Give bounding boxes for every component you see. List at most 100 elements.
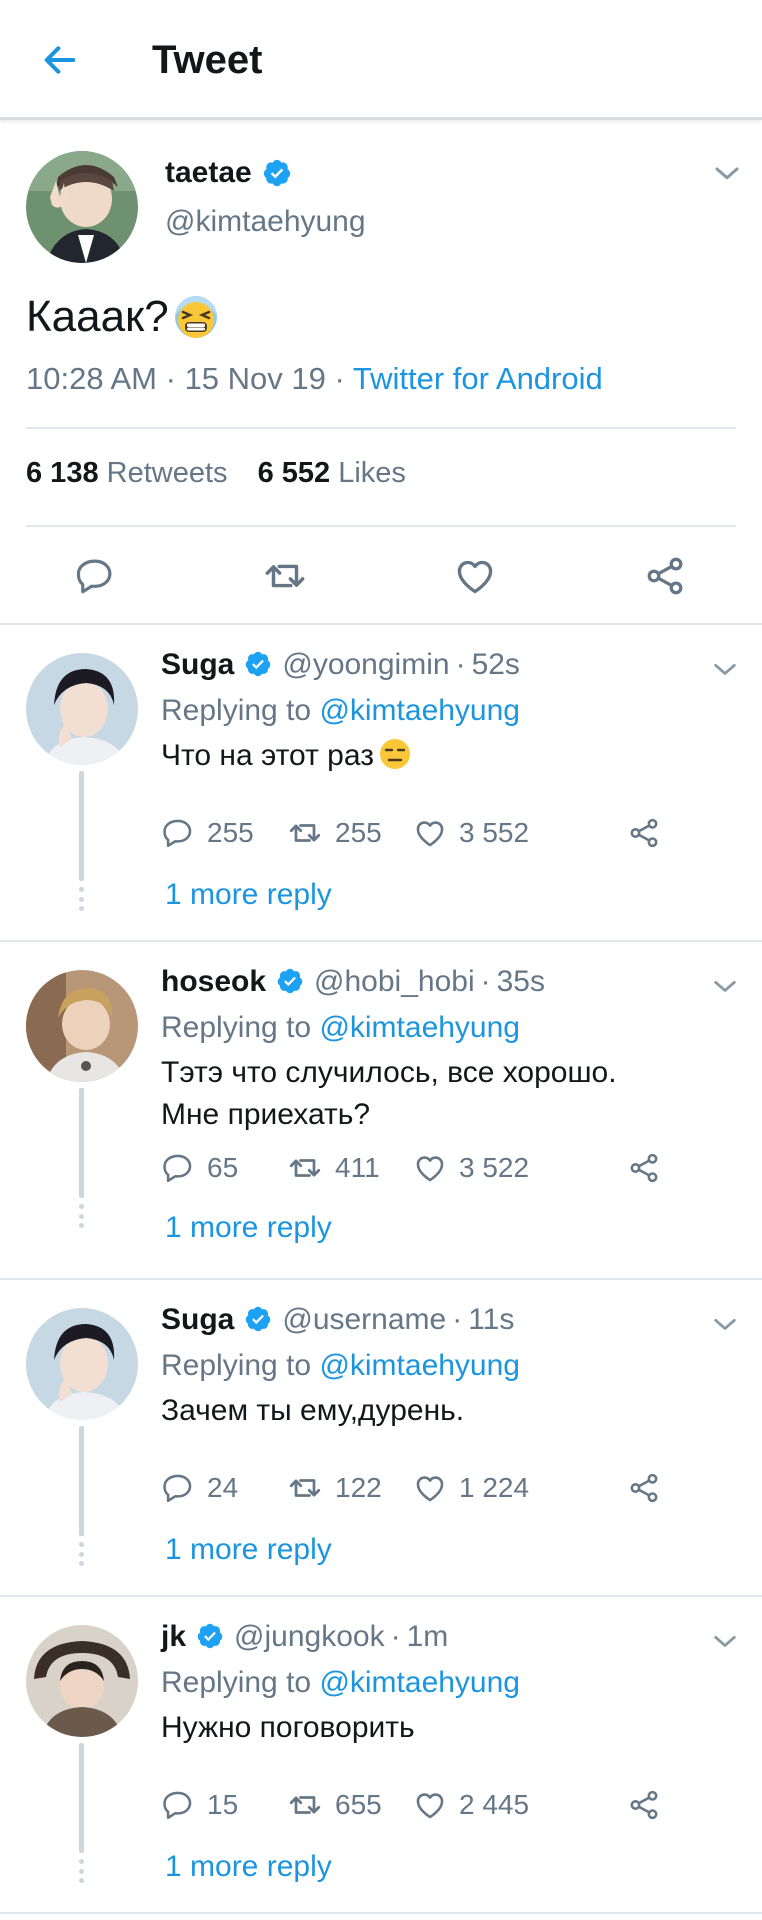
separator: · — [452, 1303, 463, 1336]
retweet-button[interactable]: 255 — [287, 813, 382, 853]
share-button[interactable] — [627, 813, 673, 853]
reply-actions: 15 655 2 445 — [161, 1785, 681, 1825]
share-button[interactable] — [627, 1785, 673, 1825]
author-handle[interactable]: @username — [282, 1303, 446, 1337]
reply-tweet[interactable]: Suga @username · 11s Replying to @kimtae… — [0, 1280, 762, 1597]
verified-badge-icon — [244, 1305, 274, 1335]
reply-time: 35s — [496, 965, 545, 998]
reply-tweet[interactable]: Suga @yoongimin · 52s Replying to @kimta… — [0, 625, 762, 942]
share-button[interactable] — [627, 1148, 673, 1188]
author-handle[interactable]: @hobi_hobi — [314, 965, 475, 999]
likes-label[interactable]: Likes — [338, 457, 406, 489]
like-count: 3 552 — [459, 817, 530, 848]
avatar[interactable] — [26, 653, 138, 765]
tweet-source-link[interactable]: Twitter for Android — [353, 361, 603, 396]
avatar[interactable] — [26, 151, 138, 263]
like-button[interactable] — [450, 551, 500, 601]
like-button[interactable]: 3 522 — [413, 1148, 529, 1188]
more-replies-link[interactable]: 1 more reply — [165, 1847, 332, 1887]
more-replies-link[interactable]: 1 more reply — [165, 875, 332, 915]
retweet-button[interactable]: 411 — [287, 1148, 380, 1188]
reply-actions: 24 122 1 224 — [161, 1468, 681, 1508]
reply-button[interactable]: 65 — [161, 1148, 238, 1188]
avatar[interactable] — [26, 1308, 138, 1420]
separator: · — [165, 361, 176, 396]
retweet-icon — [262, 553, 308, 599]
reply-time: 11s — [468, 1303, 515, 1336]
replying-to-label: Replying to — [161, 1666, 312, 1699]
expressionless-face-emoji — [378, 737, 412, 771]
author-handle[interactable]: @kimtaehyung — [165, 205, 366, 239]
retweets-label[interactable]: Retweets — [107, 457, 228, 489]
thread-line — [79, 1426, 84, 1536]
chevron-down-icon[interactable] — [710, 1627, 740, 1657]
tweet-actions — [0, 541, 762, 609]
heart-icon — [413, 1151, 447, 1185]
avatar[interactable] — [26, 970, 138, 1082]
separator: · — [334, 361, 345, 396]
chevron-down-icon[interactable] — [710, 1310, 740, 1340]
author-name[interactable]: Suga — [161, 1303, 234, 1337]
tired-face-emoji — [173, 294, 219, 340]
chevron-down-icon[interactable] — [710, 972, 740, 1002]
reply-count: 24 — [207, 1472, 239, 1503]
like-button[interactable]: 1 224 — [413, 1468, 529, 1508]
reply-author-row: jk @jungkook · 1m — [161, 1617, 448, 1657]
more-replies-link[interactable]: 1 more reply — [165, 1530, 332, 1570]
reply-button[interactable]: 24 — [161, 1468, 238, 1508]
tweet-text: Кааак? — [26, 289, 219, 345]
arrow-left-icon — [44, 46, 76, 74]
heart-icon — [413, 1471, 447, 1505]
author-name[interactable]: hoseok — [161, 965, 266, 999]
reply-text: Что на этот раз — [161, 735, 721, 777]
retweet-button[interactable]: 122 — [287, 1468, 382, 1508]
reply-button[interactable] — [70, 551, 120, 601]
thread-dots — [79, 1859, 84, 1883]
thread-line — [79, 1088, 84, 1198]
retweet-icon — [287, 1150, 323, 1186]
like-button[interactable]: 3 552 — [413, 813, 529, 853]
share-icon — [627, 1788, 661, 1822]
main-tweet[interactable]: taetae @kimtaehyung Кааак? 10:28 AM · 15… — [0, 123, 762, 625]
retweet-count: 411 — [335, 1152, 380, 1183]
thread-line — [79, 1743, 84, 1853]
retweet-button[interactable] — [260, 551, 310, 601]
retweet-count: 655 — [335, 1789, 382, 1820]
divider — [26, 525, 736, 527]
more-replies-link[interactable]: 1 more reply — [165, 1208, 332, 1248]
reply-count: 255 — [207, 817, 254, 848]
reply-icon — [161, 1788, 195, 1822]
replying-to: Replying to @kimtaehyung — [161, 1663, 520, 1703]
replying-to: Replying to @kimtaehyung — [161, 1346, 520, 1386]
reply-button[interactable]: 255 — [161, 813, 254, 853]
reply-text: Зачем ты ему,дурень. — [161, 1394, 465, 1427]
heart-icon — [413, 1788, 447, 1822]
reply-text-content: Что на этот раз — [161, 739, 374, 772]
share-button[interactable] — [627, 1468, 673, 1508]
likes-count[interactable]: 6 552 — [258, 457, 331, 489]
reply-count: 15 — [207, 1789, 239, 1820]
replying-to-label: Replying to — [161, 1349, 312, 1382]
replying-to-handle[interactable]: @kimtaehyung — [319, 1011, 520, 1044]
like-button[interactable]: 2 445 — [413, 1785, 529, 1825]
retweets-count[interactable]: 6 138 — [26, 457, 99, 489]
reply-button[interactable]: 15 — [161, 1785, 238, 1825]
author-handle[interactable]: @jungkook — [234, 1620, 385, 1654]
thread-dots — [79, 1204, 84, 1228]
replying-to-handle[interactable]: @kimtaehyung — [319, 1666, 520, 1699]
chevron-down-icon[interactable] — [710, 655, 740, 685]
back-button[interactable] — [36, 36, 84, 84]
reply-tweet[interactable]: hoseok @hobi_hobi · 35s Replying to @kim… — [0, 942, 762, 1280]
retweet-button[interactable]: 655 — [287, 1785, 382, 1825]
author-name[interactable]: taetae — [165, 156, 252, 190]
author-name[interactable]: jk — [161, 1620, 186, 1654]
share-icon — [627, 1471, 661, 1505]
share-button[interactable] — [640, 551, 690, 601]
reply-actions: 65 411 3 522 — [161, 1148, 681, 1188]
reply-tweet[interactable]: jk @jungkook · 1m Replying to @kimtaehyu… — [0, 1597, 762, 1914]
reply-actions — [161, 667, 681, 707]
author-row[interactable]: taetae — [165, 153, 292, 193]
replying-to-handle[interactable]: @kimtaehyung — [319, 1349, 520, 1382]
avatar[interactable] — [26, 1625, 138, 1737]
chevron-down-icon[interactable] — [712, 159, 742, 189]
